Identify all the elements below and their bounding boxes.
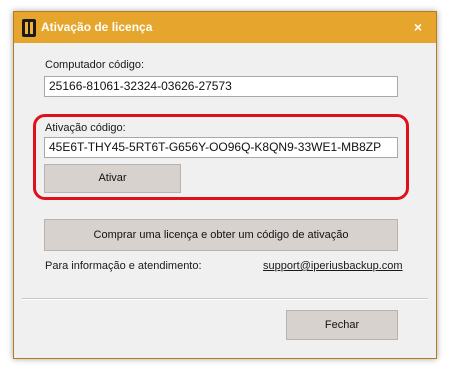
close-button[interactable]: Fechar xyxy=(286,310,398,340)
activation-code-field[interactable]: 45E6T-THY45-5RT6T-G656Y-OO96Q-K8QN9-33WE… xyxy=(44,137,398,158)
info-label: Para informação e atendimento: xyxy=(45,260,202,272)
buy-license-button[interactable]: Comprar uma licença e obter um código de… xyxy=(44,219,398,251)
activate-button[interactable]: Ativar xyxy=(44,164,181,193)
app-logo-icon xyxy=(22,19,36,37)
separator xyxy=(22,298,428,300)
license-activation-dialog: Ativação de licença × Computador código:… xyxy=(13,11,437,359)
window-title: Ativação de licença xyxy=(41,20,153,34)
computer-code-field[interactable]: 25166-81061-32324-03626-27573 xyxy=(44,76,398,97)
activation-code-label: Ativação código: xyxy=(45,122,126,134)
title-bar[interactable]: Ativação de licença × xyxy=(14,12,436,43)
close-icon[interactable]: × xyxy=(410,18,426,36)
support-email-link[interactable]: support@iperiusbackup.com xyxy=(263,260,403,272)
computer-code-label: Computador código: xyxy=(45,59,145,71)
